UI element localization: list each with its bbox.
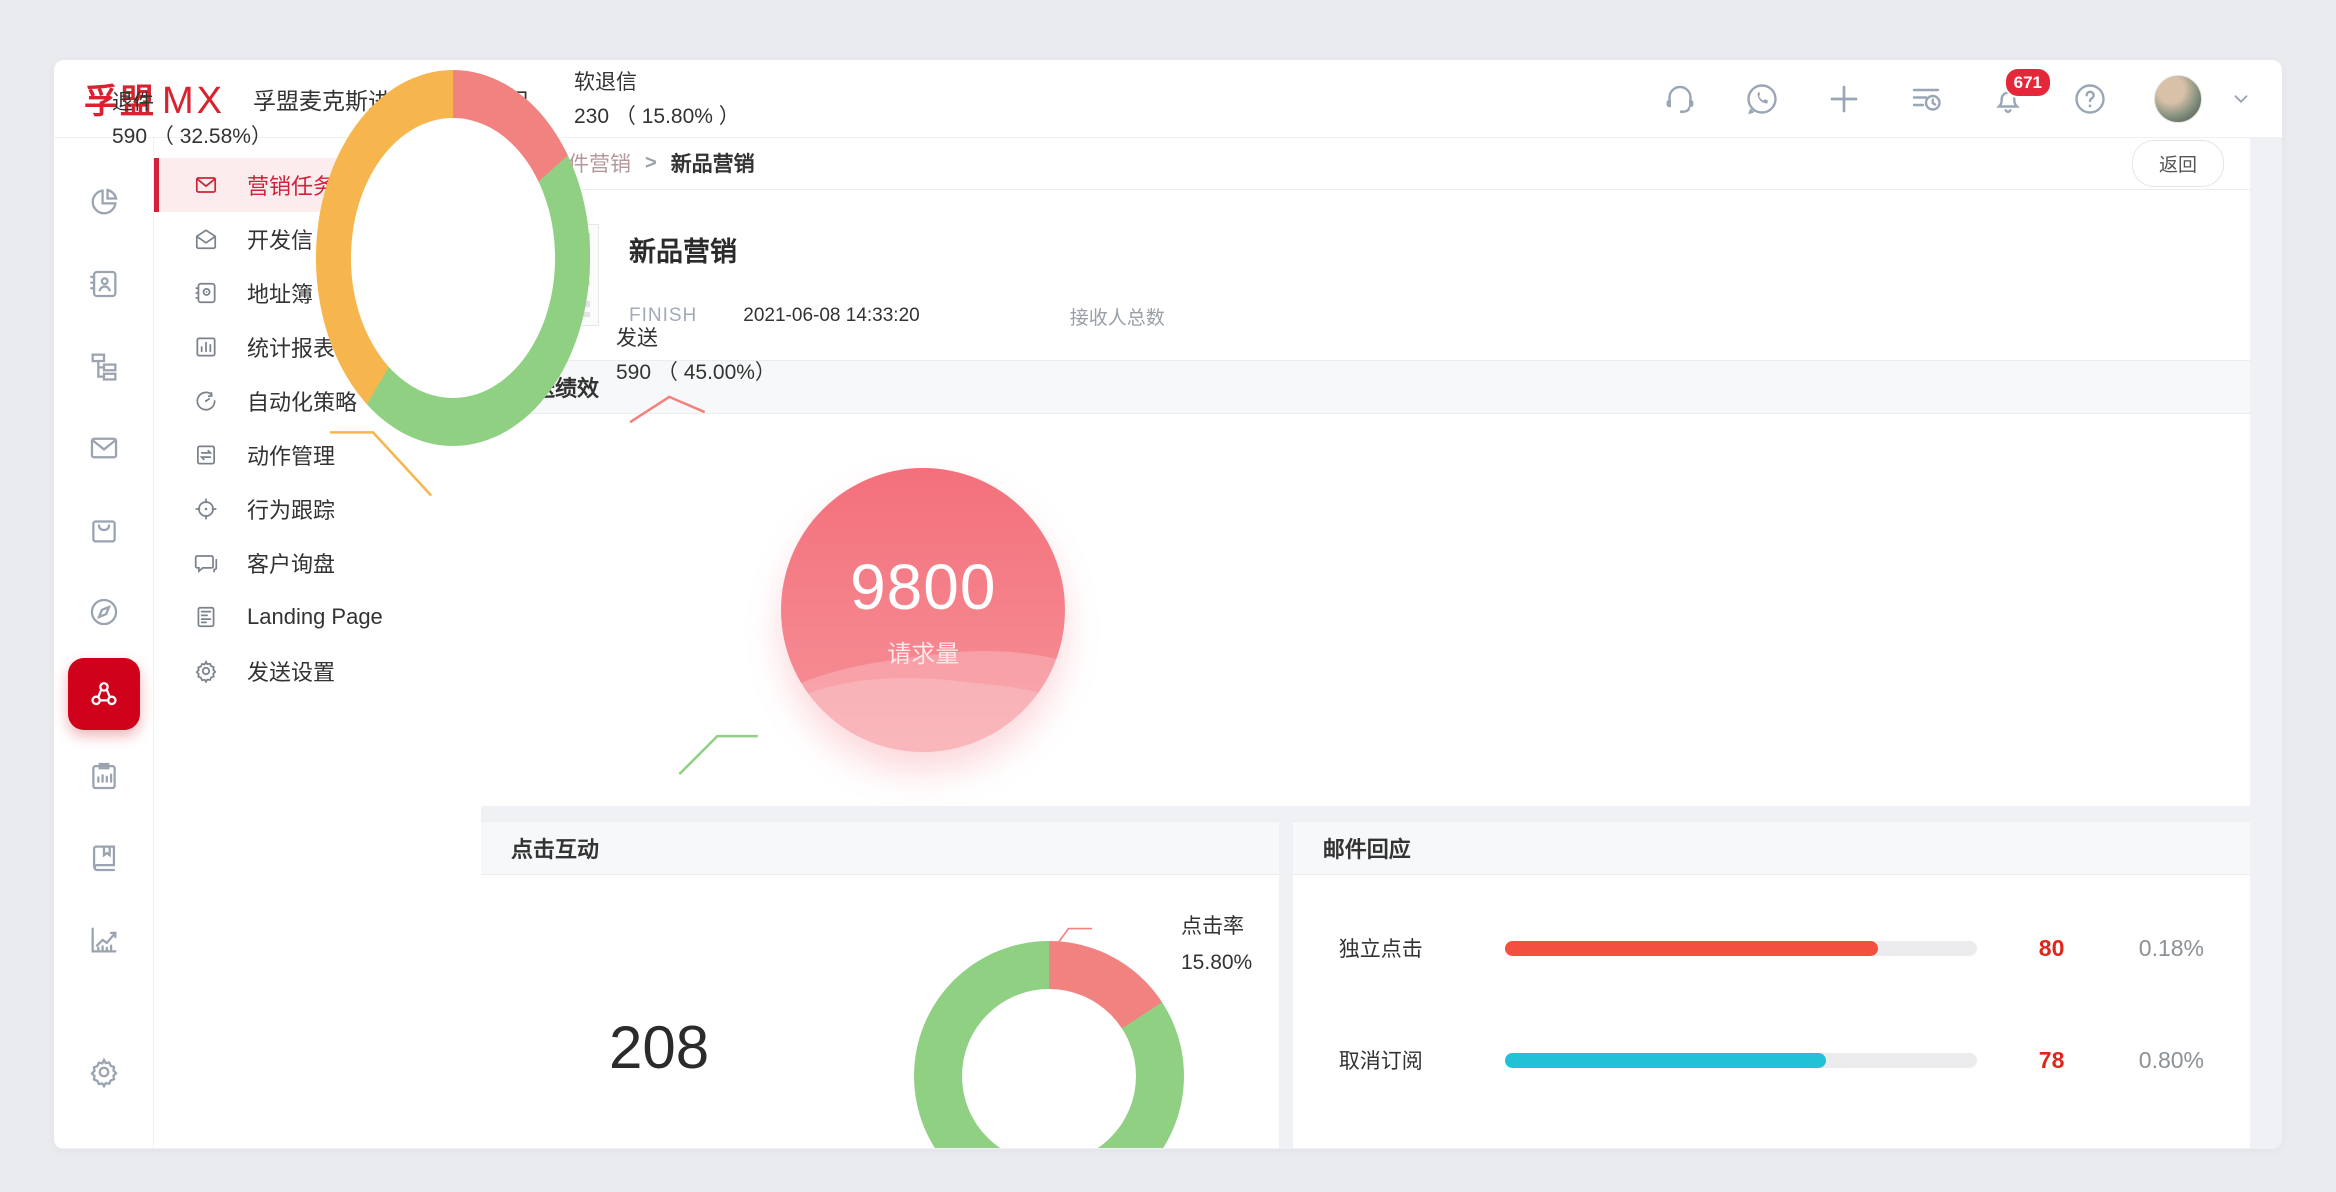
headset-icon[interactable] (1662, 81, 1698, 117)
section-title-email-response: 邮件回应 (1293, 821, 2250, 875)
notification-badge: 671 (2004, 67, 2052, 98)
progress-fill (1505, 1053, 1826, 1068)
row-percent: 0.80% (2139, 1047, 2204, 1074)
main-content: 邮件营销 > 新品营销 返回 新品营销 FINISH 2021-06-08 14… (481, 138, 2282, 1148)
donut-label-sent: 发送 590 （ 45.00%） (616, 322, 776, 390)
email-response-card: 邮件回应 独立点击 80 0.18% (1293, 821, 2250, 1148)
back-button[interactable]: 返回 (2132, 140, 2224, 187)
send-performance-charts: 9800 请求量 退件 (481, 414, 2250, 806)
progress-track (1505, 1053, 1977, 1068)
app-window: 孚盟 MX 孚盟麦克斯进出口有限公司 (54, 60, 2282, 1149)
progress-track (1505, 941, 1977, 956)
avatar[interactable] (2154, 75, 2202, 123)
row-percent: 0.18% (2139, 935, 2204, 962)
campaign-card: 新品营销 FINISH 2021-06-08 14:33:20 接收人总数 发送… (481, 190, 2250, 806)
response-row-unsubscribe: 取消订阅 78 0.80% (1339, 1031, 2204, 1089)
chevron-down-icon[interactable] (2230, 88, 2252, 110)
row-label: 取消订阅 (1339, 1045, 1469, 1075)
help-icon[interactable] (2072, 81, 2108, 117)
response-row-unique-clicks: 独立点击 80 0.18% (1339, 919, 2204, 977)
plus-icon[interactable] (1826, 81, 1862, 117)
whatsapp-icon[interactable] (1744, 81, 1780, 117)
row-label: 独立点击 (1339, 933, 1469, 963)
click-rate-label: 点击率 15.80% (1181, 909, 1252, 981)
row-value: 78 (2039, 1047, 2099, 1074)
donut-ring[interactable] (481, 138, 590, 446)
task-clock-icon[interactable] (1908, 81, 1944, 117)
progress-fill (1505, 941, 1878, 956)
row-value: 80 (2039, 935, 2099, 962)
bell-icon[interactable]: 671 (1990, 81, 2026, 117)
topbar-actions: 671 (1662, 75, 2252, 123)
